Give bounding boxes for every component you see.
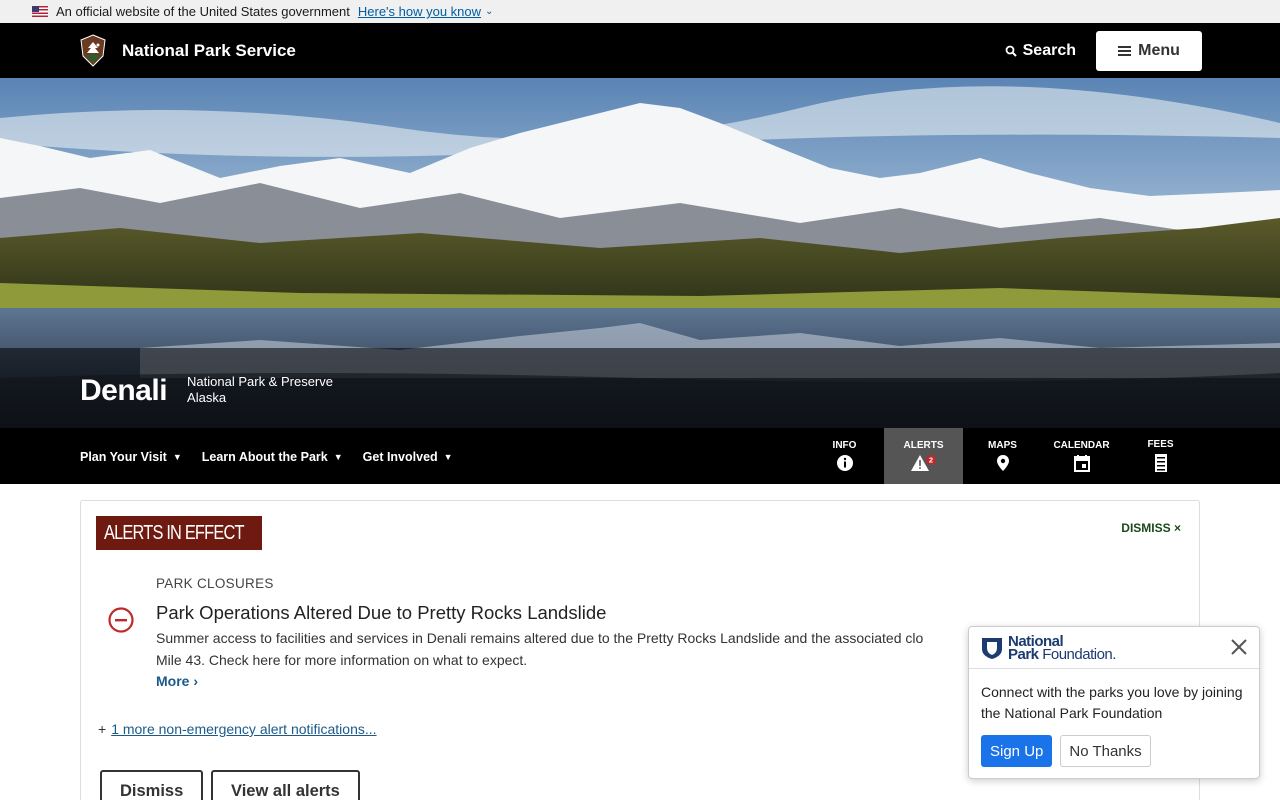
alert-more-link[interactable]: More › [156, 673, 198, 689]
view-all-alerts-button[interactable]: View all alerts [211, 770, 360, 800]
park-state: Alaska [187, 390, 227, 405]
alert-body-line: Summer access to facilities and services… [156, 630, 924, 646]
info-icon [836, 455, 853, 471]
npf-logo-icon [982, 637, 1002, 659]
menu-label: Menu [1138, 41, 1180, 59]
caret-down-icon: ▼ [172, 452, 182, 462]
nav-item-label: Get Involved [362, 450, 438, 464]
sign-up-button[interactable]: Sign Up [981, 735, 1053, 767]
nav-learn-about-park[interactable]: Learn About the Park ▼ [202, 450, 343, 464]
header-actions: Search Menu [1005, 30, 1202, 71]
nps-home-link[interactable]: National Park Service [80, 34, 296, 67]
search-label: Search [1022, 41, 1076, 59]
park-nav-menu: Plan Your Visit ▼ Learn About the Park ▼… [80, 428, 473, 484]
dismiss-label: DISMISS [1121, 521, 1171, 535]
menu-button[interactable]: Menu [1096, 30, 1202, 71]
tab-label: FEES [1147, 439, 1174, 450]
tab-maps[interactable]: MAPS [963, 428, 1042, 484]
nav-item-label: Learn About the Park [201, 450, 328, 464]
nav-item-label: Plan Your Visit [80, 450, 167, 464]
closure-icon [108, 607, 134, 633]
popup-header: National Park Foundation. [969, 627, 1259, 669]
plus-icon: + [98, 721, 107, 737]
tab-label: CALENDAR [1053, 440, 1110, 451]
tab-alerts[interactable]: ALERTS 2 [884, 428, 963, 484]
alert-body-line: Mile 43. Check here for more information… [156, 652, 528, 668]
alert-body: Summer access to facilities and services… [156, 627, 966, 671]
popup-actions: Sign Up No Thanks [981, 735, 1151, 767]
park-name[interactable]: Denali [80, 374, 168, 408]
hero-banner: Denali National Park & Preserve Alaska [0, 78, 1280, 428]
park-meta: National Park & Preserve Alaska [187, 374, 333, 406]
how-you-know-link[interactable]: Here's how you know [358, 4, 481, 19]
brand-name: National Park Service [122, 40, 296, 60]
close-icon: × [1173, 521, 1181, 535]
more-notifications: +1 more non-emergency alert notification… [98, 721, 377, 737]
alert-count-badge: 2 [928, 456, 932, 465]
gov-banner-text: An official website of the United States… [56, 4, 350, 19]
npf-signup-popup: National Park Foundation. Connect with t… [968, 626, 1260, 779]
chevron-down-icon[interactable]: ⌄ [485, 6, 493, 17]
no-thanks-button[interactable]: No Thanks [1060, 735, 1151, 767]
park-nav-tabs: INFO ALERTS 2 MAPS CALENDAR FEES [805, 428, 1200, 484]
close-icon[interactable] [1229, 637, 1249, 657]
dismiss-button[interactable]: Dismiss [100, 770, 204, 800]
npf-logo-text: National Park Foundation. [1008, 634, 1116, 663]
tab-fees[interactable]: FEES [1121, 428, 1200, 484]
tab-label: MAPS [988, 440, 1017, 451]
us-flag-icon [32, 6, 48, 17]
search-button[interactable]: Search [1005, 42, 1076, 60]
alerts-heading: ALERTS IN EFFECT [96, 516, 262, 550]
alerts-heading-text: ALERTS IN EFFECT [104, 521, 244, 544]
npf-logo-line: Park [1008, 645, 1039, 663]
park-designation: National Park & Preserve [187, 374, 333, 389]
receipt-icon [1154, 454, 1167, 472]
park-nav: Plan Your Visit ▼ Learn About the Park ▼… [0, 428, 1280, 484]
nps-arrowhead-logo-icon [80, 34, 106, 67]
tab-label: INFO [832, 440, 857, 451]
map-pin-icon [996, 455, 1009, 471]
hamburger-icon [1118, 45, 1132, 56]
tab-label: ALERTS [903, 440, 944, 451]
dismiss-alerts-link[interactable]: DISMISS × [1121, 521, 1181, 535]
alert-category: PARK CLOSURES [156, 576, 274, 591]
tab-info[interactable]: INFO [805, 428, 884, 484]
npf-logo-line: Foundation. [1042, 645, 1116, 663]
gov-banner: An official website of the United States… [0, 0, 1280, 23]
alert-title: Park Operations Altered Due to Pretty Ro… [156, 602, 607, 623]
more-notifications-link[interactable]: 1 more non-emergency alert notifications… [111, 721, 376, 737]
site-header: National Park Service Search Menu [0, 23, 1280, 78]
popup-message: Connect with the parks you love by joini… [981, 684, 1243, 721]
alert-icon: 2 [910, 455, 936, 471]
calendar-icon [1073, 455, 1090, 472]
caret-down-icon: ▼ [443, 452, 453, 462]
tab-calendar[interactable]: CALENDAR [1042, 428, 1121, 484]
nav-plan-your-visit[interactable]: Plan Your Visit ▼ [80, 450, 182, 464]
park-title-band: Denali National Park & Preserve Alaska [0, 348, 1280, 428]
caret-down-icon: ▼ [333, 452, 343, 462]
nav-get-involved[interactable]: Get Involved ▼ [363, 450, 453, 464]
search-icon [1005, 45, 1017, 57]
